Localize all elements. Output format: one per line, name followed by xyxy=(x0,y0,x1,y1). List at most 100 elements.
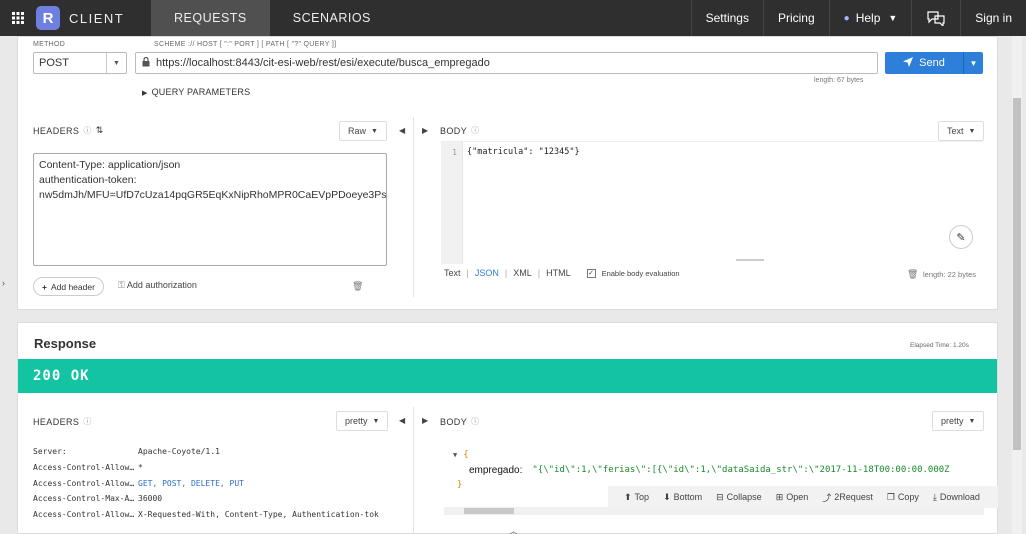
response-headers-mode-dropdown[interactable]: pretty ▼ xyxy=(336,411,389,431)
magic-wand-icon[interactable]: ✎ xyxy=(949,225,973,249)
sign-in-link[interactable]: Sign in xyxy=(960,0,1026,36)
top-label: Top xyxy=(634,492,650,502)
horizontal-scrollbar[interactable] xyxy=(444,507,984,515)
top-button[interactable]: ⬆ Top xyxy=(618,492,655,503)
json-close-brace: } xyxy=(457,480,463,490)
collapse-toggle-icon[interactable]: ▼ xyxy=(453,451,457,459)
tab-scenarios[interactable]: SCENARIOS xyxy=(270,0,394,36)
json-open-brace: { xyxy=(463,450,469,460)
method-label: METHOD xyxy=(33,41,66,48)
request-headers-title: HEADERS ⓘ ⇅ xyxy=(33,125,104,136)
headers-textarea[interactable]: Content-Type: application/json authentic… xyxy=(33,153,387,266)
table-row: Access-Control-Allow-Headers:X-Requested… xyxy=(33,507,386,523)
copy-button[interactable]: ❐ Copy xyxy=(881,492,925,503)
format-html[interactable]: HTML xyxy=(546,268,571,278)
response-title: Response xyxy=(34,336,97,351)
table-row: Access-Control-Allow-Origin:* xyxy=(33,460,386,476)
header-key: Server: xyxy=(33,447,67,457)
add-authorization-label: Add authorization xyxy=(126,280,197,290)
add-header-label: Add header xyxy=(50,281,95,292)
header-key: Access-Control-Allow-Origin: xyxy=(33,463,138,473)
help-menu[interactable]: ● Help ▼ xyxy=(828,0,912,36)
arrow-down-circle-icon: ⬇ xyxy=(663,491,671,502)
bottom-label: Bottom xyxy=(673,492,703,502)
plus-icon: + xyxy=(42,281,47,292)
divider xyxy=(413,117,414,297)
sort-icon[interactable]: ⇅ xyxy=(96,125,104,136)
body-code[interactable]: {"matricula": "12345"} xyxy=(467,147,580,157)
collapse-button[interactable]: ⊟ Collapse xyxy=(710,492,768,503)
headers-mode-dropdown[interactable]: Raw ▼ xyxy=(339,121,387,141)
help-icon[interactable]: ⓘ xyxy=(471,125,479,136)
vertical-scrollbar[interactable] xyxy=(1012,36,1022,534)
header-key: Access-Control-Allow-Methods: xyxy=(33,478,138,488)
chevron-down-icon[interactable]: ▼ xyxy=(106,53,126,73)
minus-square-icon: ⊟ xyxy=(716,491,724,502)
scrollbar-thumb[interactable] xyxy=(1013,98,1021,450)
body-mode-dropdown[interactable]: Text ▼ xyxy=(938,121,985,141)
body-editor[interactable]: 1 {"matricula": "12345"} ✎ xyxy=(441,141,983,264)
tab-requests[interactable]: REQUESTS xyxy=(151,0,270,36)
header-value: * xyxy=(138,463,143,473)
response-body-mode-dropdown[interactable]: pretty ▼ xyxy=(932,411,985,431)
download-button[interactable]: ⤓ Download xyxy=(927,492,986,503)
expand-right-icon[interactable]: ▶ xyxy=(422,126,428,135)
settings-link[interactable]: Settings xyxy=(690,0,763,36)
lock-icon xyxy=(142,56,150,70)
help-icon[interactable]: ⓘ xyxy=(83,416,91,427)
help-icon[interactable]: ⓘ xyxy=(471,416,479,427)
trash-icon[interactable]: 🗑 xyxy=(352,281,363,292)
caret-down-icon: ▼ xyxy=(371,127,378,135)
send-options-chevron-icon[interactable]: ▼ xyxy=(963,52,983,74)
resize-grip[interactable] xyxy=(736,259,764,261)
trash-icon[interactable]: 🗑 xyxy=(907,269,918,280)
scrollbar-thumb[interactable] xyxy=(464,508,514,514)
logo-letter: R xyxy=(42,9,54,27)
response-toolbar: ⬆ Top ⬇ Bottom ⊟ Collapse ⊞ Open ⤴ 2Request ❐… xyxy=(608,486,998,508)
response-headers-table: Server: Apache-Coyote/1.1 Access-Control-… xyxy=(33,444,386,522)
chevron-up-icon[interactable]: ︿ xyxy=(509,524,518,534)
caret-down-icon: ▼ xyxy=(888,13,898,23)
divider xyxy=(413,407,414,534)
top-navbar: R CLIENT REQUESTS SCENARIOS Settings Pri… xyxy=(0,0,1026,36)
apps-grid-icon[interactable] xyxy=(0,0,36,36)
help-icon[interactable]: ⓘ xyxy=(83,125,91,136)
status-text: 200 OK xyxy=(33,368,90,384)
bottom-button[interactable]: ⬇ Bottom xyxy=(657,492,708,503)
add-authorization-link[interactable]: ⚿ Add authorization xyxy=(118,280,197,291)
json-key: empregado: xyxy=(469,464,523,476)
send-button[interactable]: Send ▼ xyxy=(885,52,983,74)
plus-square-icon: ⊞ xyxy=(775,491,784,502)
arrow-up-circle-icon: ⬆ xyxy=(624,491,632,502)
format-json[interactable]: JSON xyxy=(475,268,499,278)
app-logo: R xyxy=(36,6,60,30)
method-value: POST xyxy=(39,57,69,69)
headers-title-label: HEADERS xyxy=(33,416,80,427)
to-request-button[interactable]: ⤴ 2Request xyxy=(816,491,879,504)
format-xml[interactable]: XML xyxy=(513,268,532,278)
open-button[interactable]: ⊞ Open xyxy=(770,492,815,503)
download-label: Download xyxy=(939,492,980,502)
body-length: length: 22 bytes xyxy=(923,270,976,279)
collapse-label: Collapse xyxy=(726,492,762,502)
header-value: GET, POST, DELETE, PUT xyxy=(138,478,244,488)
request-body-title: BODY ⓘ xyxy=(440,125,480,136)
expand-right-icon[interactable]: ▶ xyxy=(422,416,428,425)
collapse-left-icon[interactable]: ◀ xyxy=(399,416,405,425)
status-bar: 200 OK xyxy=(18,359,997,393)
add-header-button[interactable]: + Add header xyxy=(33,277,104,296)
query-parameters-toggle[interactable]: ▶ QUERY PARAMETERS xyxy=(142,87,250,97)
format-text[interactable]: Text xyxy=(444,268,461,278)
elapsed-time: Elapsed Time: 1.20s xyxy=(910,342,969,349)
pricing-link[interactable]: Pricing xyxy=(762,0,829,36)
url-value: https://localhost:8443/cit-esi-web/rest/… xyxy=(156,57,490,69)
open-label: Open xyxy=(786,492,809,502)
url-input[interactable]: https://localhost:8443/cit-esi-web/rest/… xyxy=(135,52,878,74)
caret-down-icon: ▼ xyxy=(968,127,976,135)
sidebar-toggle-chevron-icon[interactable]: › xyxy=(2,278,5,288)
method-select[interactable]: POST ▼ xyxy=(33,52,127,74)
url-hint: SCHEME :// HOST [ ":" PORT ] [ PATH [ "?… xyxy=(154,41,337,48)
enable-eval-checkbox[interactable]: ✓ xyxy=(586,268,596,278)
collapse-left-icon[interactable]: ◀ xyxy=(399,126,405,135)
chat-icon[interactable] xyxy=(911,0,960,36)
